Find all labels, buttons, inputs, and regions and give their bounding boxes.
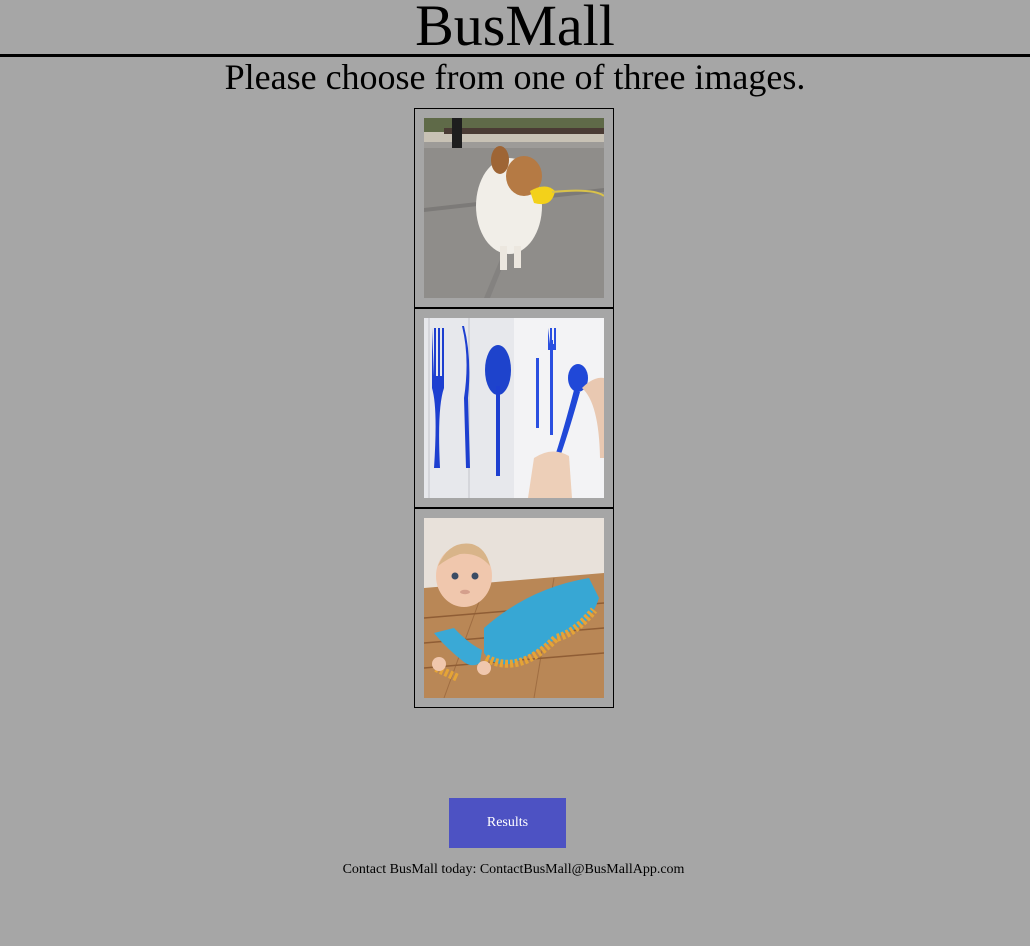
product-choice-baby-sweep[interactable] bbox=[414, 508, 614, 708]
footer-contact: Contact BusMall today: ContactBusMall@Bu… bbox=[342, 862, 685, 877]
product-choices bbox=[414, 108, 614, 708]
results-button[interactable]: Results bbox=[449, 798, 566, 848]
instructions-heading: Please choose from one of three images. bbox=[224, 57, 806, 97]
baby-sweep-image[interactable] bbox=[424, 518, 604, 698]
product-choice-dog-duck[interactable] bbox=[414, 108, 614, 308]
dog-duck-image[interactable] bbox=[424, 118, 604, 298]
site-title: BusMall bbox=[415, 0, 615, 58]
utensils-image[interactable] bbox=[424, 318, 604, 498]
product-choice-usb[interactable] bbox=[414, 308, 614, 508]
